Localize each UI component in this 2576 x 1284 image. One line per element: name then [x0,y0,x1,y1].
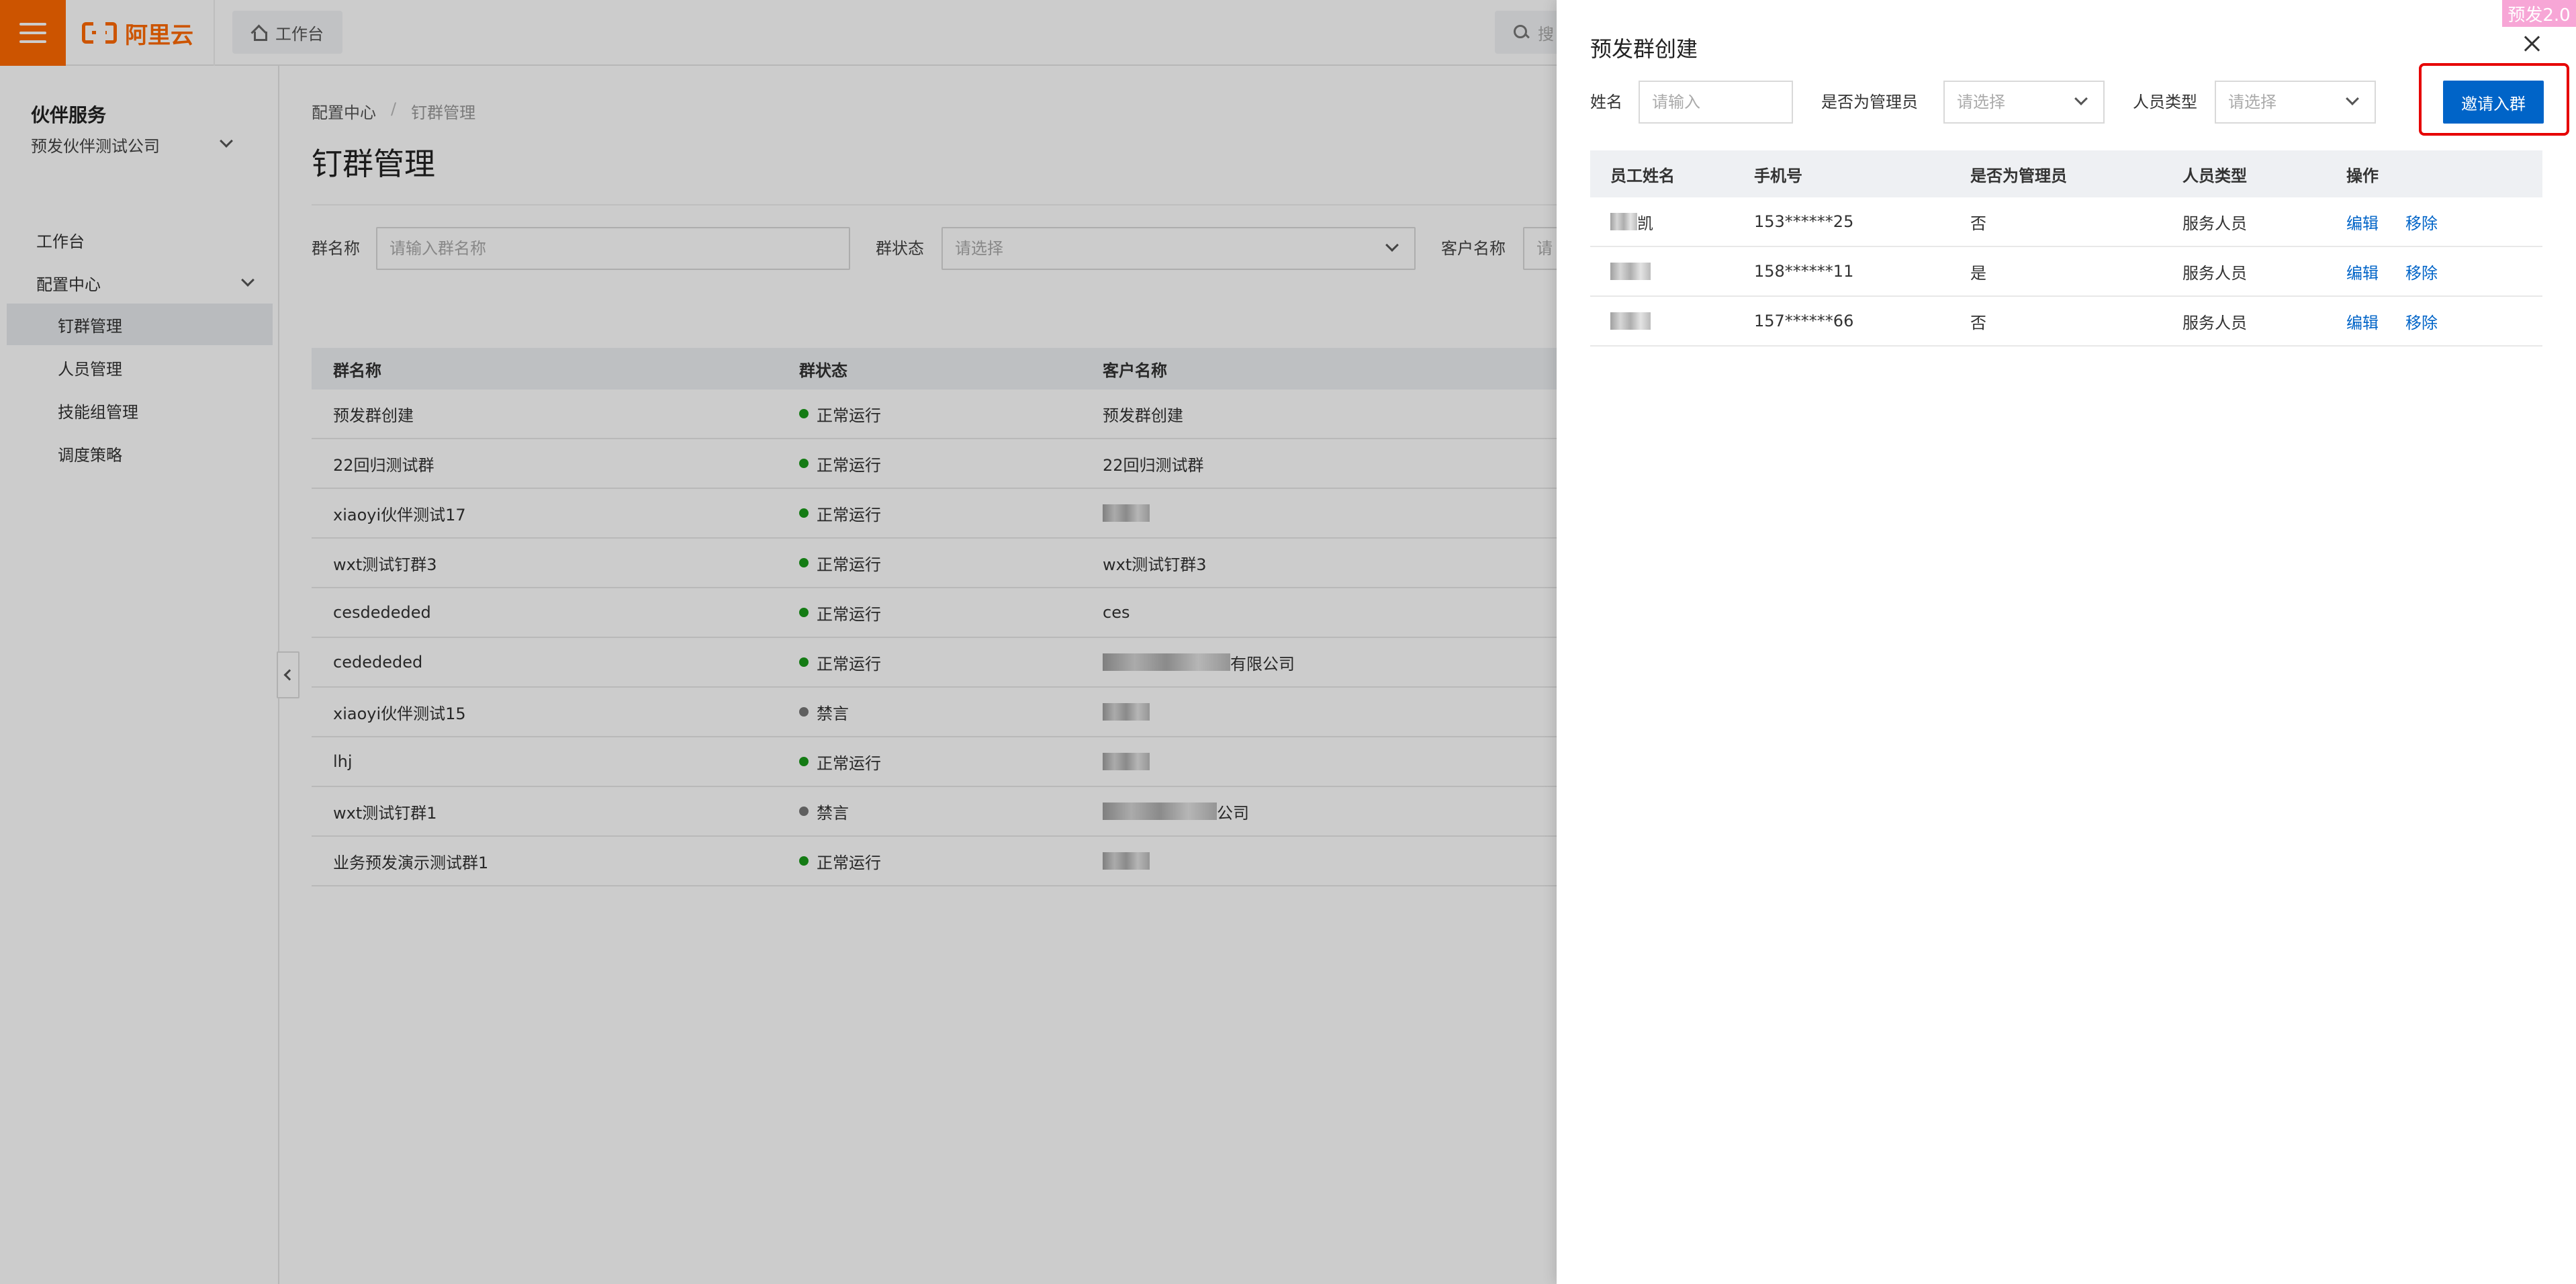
admin-filter-label: 是否为管理员 [1821,93,1918,111]
environment-badge: 预发2.0 [2502,0,2576,27]
group-members-drawer: 预发群创建 姓名 请输入 是否为管理员 请选择 人员类型 请选择 邀请入群 员工… [1557,0,2576,1284]
table-row: 157******66 否 服务人员 编辑 移除 [1590,297,2542,347]
type-filter-placeholder: 请选择 [2228,93,2276,111]
column-header: 手机号 [1754,166,1802,185]
phone-cell: 153******25 [1754,212,1854,231]
remove-link[interactable]: 移除 [2405,310,2438,333]
close-icon[interactable] [2522,34,2542,54]
name-filter-label: 姓名 [1590,93,1622,111]
employee-name-text: 凯 [1637,214,1653,233]
staff-type-cell: 服务人员 [2182,263,2247,283]
actions-cell: 编辑 移除 [2346,310,2542,333]
remove-link[interactable]: 移除 [2405,210,2438,234]
edit-link[interactable]: 编辑 [2346,210,2379,234]
phone-cell: 157******66 [1754,312,1854,330]
is-admin-cell: 否 [1970,214,1986,233]
admin-filter-select[interactable]: 请选择 [1943,81,2105,124]
actions-cell: 编辑 移除 [2346,260,2542,283]
name-filter-input[interactable]: 请输入 [1639,81,1793,124]
staff-type-cell: 服务人员 [2182,214,2247,233]
phone-cell: 158******11 [1754,262,1854,281]
employee-name-cell [1590,263,1754,280]
redacted-text [1610,312,1651,330]
members-table: 员工姓名 手机号 是否为管理员 人员类型 操作 凯 153******25 否服务人… [1590,150,2542,347]
invite-to-group-button[interactable]: 邀请入群 [2443,81,2544,124]
table-header: 员工姓名 手机号 是否为管理员 人员类型 操作 [1590,150,2542,197]
is-admin-cell: 否 [1970,313,1986,332]
chevron-down-icon [2074,92,2088,105]
column-header: 操作 [2346,166,2379,185]
chevron-down-icon [2346,92,2359,105]
drawer-title: 预发群创建 [1590,36,1698,62]
is-admin-cell: 是 [1970,263,1986,283]
employee-name-cell [1590,312,1754,330]
staff-type-cell: 服务人员 [2182,313,2247,332]
edit-link[interactable]: 编辑 [2346,260,2379,283]
edit-link[interactable]: 编辑 [2346,310,2379,333]
type-filter-select[interactable]: 请选择 [2215,81,2376,124]
admin-filter-placeholder: 请选择 [1957,93,2005,111]
table-row: 凯 153******25 否 服务人员 编辑 移除 [1590,197,2542,247]
column-header: 是否为管理员 [1970,166,2067,185]
name-filter-placeholder: 请输入 [1652,93,1700,111]
remove-link[interactable]: 移除 [2405,260,2438,283]
table-row: 158******11 是 服务人员 编辑 移除 [1590,247,2542,297]
employee-name-cell: 凯 [1590,210,1754,234]
type-filter-label: 人员类型 [2133,93,2197,111]
column-header: 人员类型 [2182,166,2247,185]
column-header: 员工姓名 [1610,166,1675,185]
redacted-text [1610,263,1651,280]
redacted-text [1610,213,1637,230]
actions-cell: 编辑 移除 [2346,210,2542,234]
